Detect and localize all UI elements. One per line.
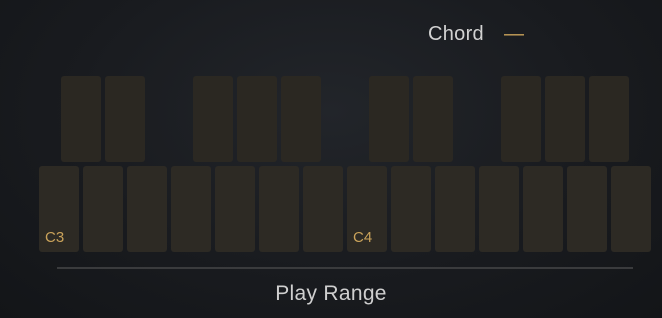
white-key[interactable]	[171, 166, 211, 252]
white-key[interactable]	[611, 166, 651, 252]
white-key[interactable]	[391, 166, 431, 252]
black-key[interactable]	[237, 76, 277, 162]
white-key[interactable]	[83, 166, 123, 252]
black-key[interactable]	[413, 76, 453, 162]
white-key[interactable]	[259, 166, 299, 252]
black-key[interactable]	[281, 76, 321, 162]
key-label-c4: C4	[353, 229, 373, 246]
white-key[interactable]	[435, 166, 475, 252]
white-key-c4[interactable]: C4	[347, 166, 387, 252]
white-key[interactable]	[479, 166, 519, 252]
black-key[interactable]	[501, 76, 541, 162]
black-key[interactable]	[589, 76, 629, 162]
black-key[interactable]	[369, 76, 409, 162]
white-key[interactable]	[523, 166, 563, 252]
white-key[interactable]	[215, 166, 255, 252]
play-range-label: Play Range	[275, 282, 387, 305]
white-key[interactable]	[127, 166, 167, 252]
white-key[interactable]	[303, 166, 343, 252]
play-range-panel: Chord — C3 C4 Play Range	[0, 0, 662, 318]
white-key-c3[interactable]: C3	[39, 166, 79, 252]
black-key[interactable]	[61, 76, 101, 162]
piano-keyboard: C3 C4	[0, 0, 662, 260]
black-key[interactable]	[193, 76, 233, 162]
black-key[interactable]	[105, 76, 145, 162]
divider-line	[57, 267, 633, 269]
black-key[interactable]	[545, 76, 585, 162]
white-key[interactable]	[567, 166, 607, 252]
key-label-c3: C3	[45, 229, 65, 246]
